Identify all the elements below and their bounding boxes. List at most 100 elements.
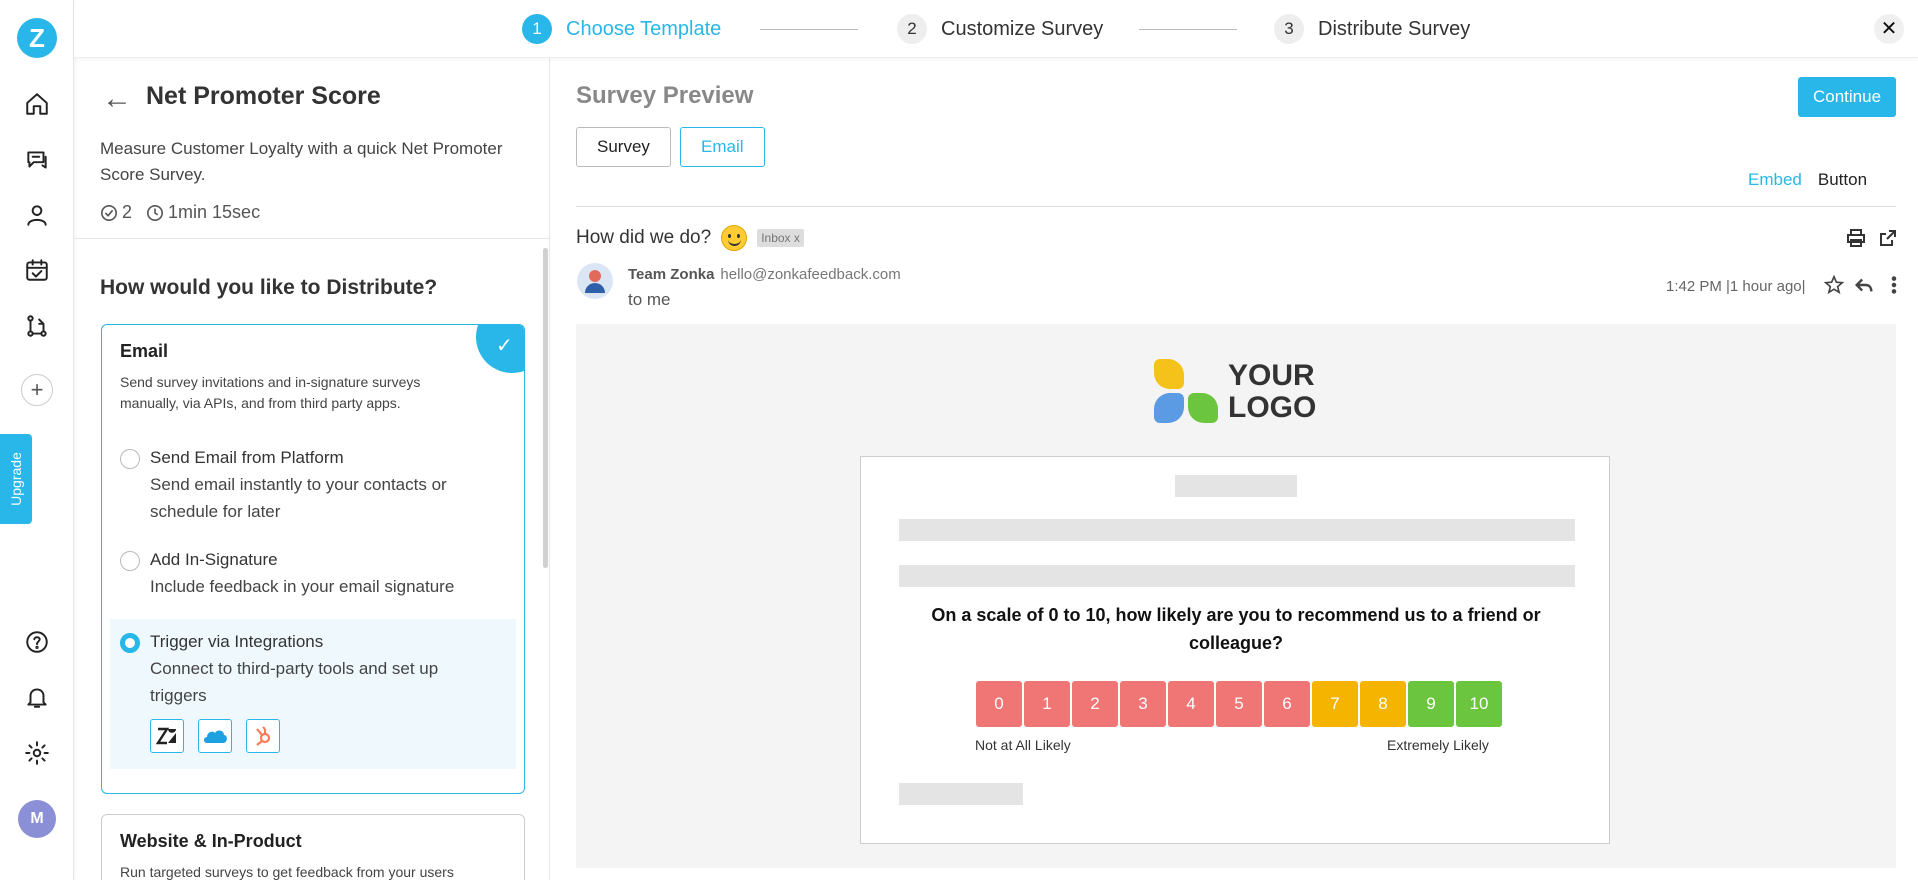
nps-score-button[interactable]: 5 bbox=[1216, 681, 1262, 727]
template-title: Net Promoter Score bbox=[146, 82, 381, 110]
divider bbox=[576, 206, 1896, 207]
step-label: Choose Template bbox=[566, 17, 722, 40]
star-icon[interactable] bbox=[1823, 274, 1845, 296]
open-external-icon[interactable] bbox=[1878, 228, 1898, 248]
hubspot-icon[interactable] bbox=[246, 719, 280, 753]
card-description: Run targeted surveys to get feedback fro… bbox=[120, 864, 454, 880]
workflow-icon[interactable] bbox=[23, 312, 51, 340]
nps-score-button[interactable]: 7 bbox=[1312, 681, 1358, 727]
option-title: Trigger via Integrations bbox=[150, 632, 324, 651]
option-add-in-signature[interactable]: Add In-Signature Include feedback in you… bbox=[102, 547, 524, 603]
nps-score-button[interactable]: 8 bbox=[1360, 681, 1406, 727]
button-link[interactable]: Button bbox=[1818, 170, 1867, 190]
inbox-tag: Inbox x bbox=[757, 229, 804, 247]
option-title: Send Email from Platform bbox=[150, 448, 344, 467]
nps-question: On a scale of 0 to 10, how likely are yo… bbox=[931, 605, 1541, 653]
salesforce-icon[interactable] bbox=[198, 719, 232, 753]
nps-survey-card: On a scale of 0 to 10, how likely are yo… bbox=[860, 456, 1610, 844]
contacts-icon[interactable] bbox=[23, 201, 51, 229]
card-title: Website & In-Product bbox=[120, 831, 302, 851]
distribution-card-email[interactable]: ✓ Email Send survey invitations and in-s… bbox=[101, 324, 525, 794]
step-number: 3 bbox=[1274, 14, 1304, 44]
sender-email: hello@zonkafeedback.com bbox=[720, 266, 901, 283]
template-description: Measure Customer Loyalty with a quick Ne… bbox=[100, 139, 503, 184]
more-vertical-icon[interactable] bbox=[1883, 274, 1905, 296]
close-button[interactable]: ✕ bbox=[1874, 14, 1904, 44]
step-label: Distribute Survey bbox=[1318, 17, 1471, 40]
step-distribute-survey[interactable]: 3 Distribute Survey bbox=[1274, 14, 1470, 44]
distribute-heading: How would you like to Distribute? bbox=[100, 276, 438, 299]
placeholder-bar bbox=[899, 565, 1575, 587]
email-toolbar bbox=[1846, 228, 1898, 248]
recipient: to me bbox=[628, 290, 671, 309]
settings-gear-icon[interactable] bbox=[23, 739, 51, 767]
question-count: 2 bbox=[100, 202, 132, 223]
step-connector bbox=[760, 29, 858, 30]
sender-info: Team Zonka hello@zonkafeedback.com bbox=[628, 266, 901, 283]
zendesk-icon[interactable] bbox=[150, 719, 184, 753]
logo-text: YOUR LOGO bbox=[1228, 360, 1316, 424]
placeholder-bar bbox=[899, 783, 1023, 805]
nps-score-button[interactable]: 6 bbox=[1264, 681, 1310, 727]
option-trigger-integrations[interactable]: Trigger via Integrations Connect to thir… bbox=[110, 619, 516, 769]
subject-text: How did we do? bbox=[576, 227, 712, 248]
placeholder-bar bbox=[1175, 475, 1297, 497]
selected-check-icon: ✓ bbox=[476, 325, 524, 373]
divider bbox=[74, 238, 549, 239]
notification-bell-icon[interactable] bbox=[23, 683, 51, 711]
nps-scale: 0 1 2 3 4 5 6 7 8 9 10 bbox=[976, 681, 1502, 727]
home-icon[interactable] bbox=[23, 90, 51, 118]
radio-button[interactable] bbox=[120, 449, 140, 469]
nps-score-button[interactable]: 9 bbox=[1408, 681, 1454, 727]
nps-score-button[interactable]: 1 bbox=[1024, 681, 1070, 727]
embed-link[interactable]: Embed bbox=[1748, 170, 1802, 190]
step-choose-template[interactable]: 1 Choose Template bbox=[522, 14, 721, 44]
step-customize-survey[interactable]: 2 Customize Survey bbox=[897, 14, 1103, 44]
calendar-check-icon[interactable] bbox=[23, 256, 51, 284]
app-logo[interactable]: Z bbox=[17, 18, 57, 58]
card-title: Email bbox=[120, 341, 169, 361]
option-title: Add In-Signature bbox=[150, 550, 278, 569]
radio-button-selected[interactable] bbox=[120, 633, 140, 653]
card-description: Send survey invitations and in-signature… bbox=[120, 374, 421, 411]
smiley-emoji-icon bbox=[721, 225, 748, 251]
option-send-email-platform[interactable]: Send Email from Platform Send email inst… bbox=[102, 445, 524, 525]
step-label: Customize Survey bbox=[941, 17, 1104, 40]
upgrade-button[interactable]: Upgrade bbox=[0, 434, 32, 524]
nps-score-button[interactable]: 2 bbox=[1072, 681, 1118, 727]
wizard-stepper: 1 Choose Template 2 Customize Survey 3 D… bbox=[74, 0, 1918, 58]
option-description: Include feedback in your email signature bbox=[150, 577, 455, 596]
placeholder-bar bbox=[899, 519, 1575, 541]
nps-score-button[interactable]: 4 bbox=[1168, 681, 1214, 727]
add-button[interactable]: + bbox=[21, 374, 53, 406]
nps-score-button[interactable]: 0 bbox=[976, 681, 1022, 727]
user-avatar[interactable]: M bbox=[18, 800, 56, 838]
brand-logo-placeholder: YOUR LOGO bbox=[1154, 359, 1316, 425]
logo-line-1: YOUR bbox=[1228, 359, 1315, 392]
continue-button[interactable]: Continue bbox=[1798, 77, 1896, 117]
nps-score-button[interactable]: 10 bbox=[1456, 681, 1502, 727]
left-nav-rail: Z + Upgrade M bbox=[0, 0, 74, 880]
nps-score-button[interactable]: 3 bbox=[1120, 681, 1166, 727]
scale-high-label: Extremely Likely bbox=[1387, 737, 1489, 753]
reply-icon[interactable] bbox=[1853, 274, 1875, 296]
logo-line-2: LOGO bbox=[1228, 391, 1317, 424]
distribution-card-website[interactable]: Website & In-Product Run targeted survey… bbox=[101, 814, 525, 880]
radio-button[interactable] bbox=[120, 551, 140, 571]
panel-scrollbar[interactable] bbox=[543, 248, 548, 568]
feedback-chat-icon[interactable] bbox=[23, 146, 51, 174]
help-icon[interactable] bbox=[23, 628, 51, 656]
email-subject: How did we do? Inbox x bbox=[576, 225, 804, 251]
print-icon[interactable] bbox=[1846, 228, 1866, 248]
sender-name: Team Zonka bbox=[628, 266, 715, 283]
step-number: 1 bbox=[522, 14, 552, 44]
email-timestamp: 1:42 PM |1 hour ago| bbox=[1666, 278, 1806, 295]
template-panel: ← Net Promoter Score Measure Customer Lo… bbox=[74, 58, 550, 880]
tab-email[interactable]: Email bbox=[680, 127, 765, 167]
tab-survey[interactable]: Survey bbox=[576, 127, 671, 167]
duration: 1min 15sec bbox=[146, 202, 260, 223]
template-meta: 2 1min 15sec bbox=[100, 202, 260, 223]
step-connector bbox=[1139, 29, 1237, 30]
back-arrow-icon[interactable]: ← bbox=[102, 82, 132, 116]
embed-mode-links: Embed Button bbox=[1748, 170, 1867, 190]
